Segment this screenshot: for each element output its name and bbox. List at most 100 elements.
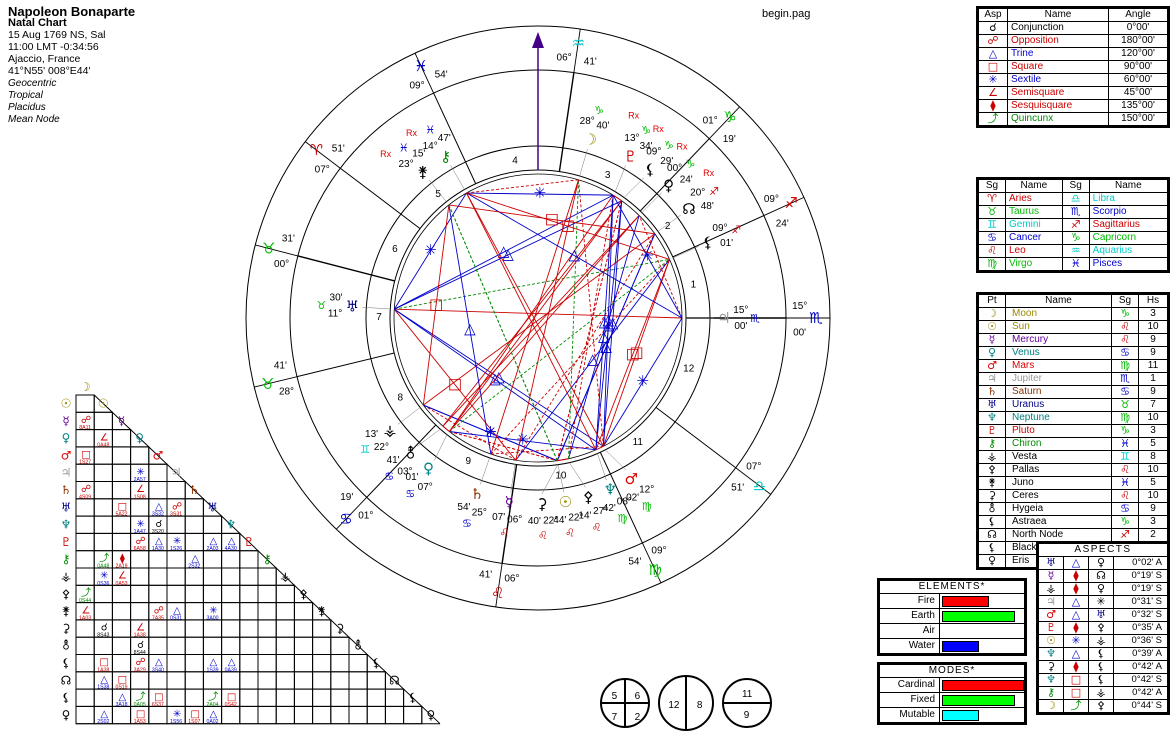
grid-cell[interactable] [130,567,150,586]
grid-cell[interactable] [293,636,314,656]
grid-cell[interactable] [184,584,204,604]
grid-cell[interactable] [93,498,113,517]
grid-cell[interactable] [166,481,186,500]
grid-cell[interactable] [184,619,204,638]
grid-cell[interactable] [293,619,314,638]
grid-cell[interactable] [202,567,223,586]
grid-cell[interactable] [166,671,186,690]
grid-cell[interactable] [93,584,113,604]
grid-cell[interactable] [202,584,223,604]
grid-cell[interactable] [239,705,259,725]
wheel-planet-glyph[interactable]: ♄ [470,485,483,503]
grid-cell[interactable] [130,498,150,517]
aspect-grid[interactable]: ☉ ☿ ♀ ♂ ♃ ♄ ♅ ♆ ♇ ⚷ ⚶ ⚴ ⚵ ⚳ ⚨ ⚸ ☊ ⚸ ♀ ☽ ☉ ☿ ♀ ♂ ♃ ♄ ♅ ♆ ♇ ⚷ ⚶ ⚴ ⚵ ⚳ ⚨ ⚸ ☊ ⚸ ♀… [52,378,452,730]
grid-cell[interactable] [312,705,332,725]
grid-cell[interactable] [257,671,277,690]
grid-cell[interactable] [275,688,295,707]
grid-cell[interactable] [184,636,204,656]
grid-cell[interactable] [384,688,405,707]
grid-cell[interactable] [239,671,259,690]
grid-cell[interactable] [75,394,95,413]
grid-cell[interactable] [257,602,277,621]
grid-cell[interactable] [239,654,259,673]
grid-cell[interactable] [257,584,277,604]
grid-cell[interactable] [239,550,259,569]
grid-cell[interactable] [166,654,186,673]
grid-cell[interactable] [330,705,350,725]
grid-cell[interactable] [111,532,132,552]
grid-cell[interactable] [148,671,168,690]
grid-cell[interactable] [202,619,223,638]
grid-cell[interactable] [184,654,204,673]
wheel-planet-glyph[interactable]: ♇ [624,148,637,166]
grid-cell[interactable] [202,671,223,690]
grid-cell[interactable] [221,602,241,621]
wheel-planet-glyph[interactable]: ⚷ [440,148,451,166]
grid-cell[interactable] [166,584,186,604]
grid-cell[interactable] [366,671,386,690]
grid-cell[interactable] [148,463,168,482]
grid-cell[interactable] [366,705,386,725]
grid-cell[interactable] [239,584,259,604]
grid-cell[interactable] [348,688,368,707]
grid-cell[interactable] [348,671,368,690]
grid-cell[interactable] [293,671,314,690]
grid-cell[interactable] [275,584,295,604]
grid-cell[interactable] [257,567,277,586]
grid-cell[interactable] [275,619,295,638]
grid-cell[interactable] [312,671,332,690]
grid-cell[interactable] [75,515,95,534]
grid-cell[interactable] [148,550,168,569]
grid-cell[interactable] [275,602,295,621]
grid-cell[interactable] [312,654,332,673]
wheel-planet-glyph[interactable]: ♆ [604,480,617,498]
grid-cell[interactable] [93,688,113,707]
grid-cell[interactable] [330,688,350,707]
grid-cell[interactable] [166,550,186,569]
grid-cell[interactable] [184,567,204,586]
grid-cell[interactable] [111,636,132,656]
grid-cell[interactable] [312,636,332,656]
grid-cell[interactable] [239,619,259,638]
grid-cell[interactable] [293,705,314,725]
grid-cell[interactable] [330,636,350,656]
grid-cell[interactable] [111,463,132,482]
grid-cell[interactable] [384,705,405,725]
grid-cell[interactable] [275,671,295,690]
grid-cell[interactable] [130,446,150,465]
grid-cell[interactable] [111,602,132,621]
grid-cell[interactable] [166,567,186,586]
grid-cell[interactable] [166,636,186,656]
grid-cell[interactable] [257,688,277,707]
grid-cell[interactable] [148,481,168,500]
grid-cell[interactable] [111,705,132,725]
grid-cell[interactable] [239,636,259,656]
grid-cell[interactable] [184,498,204,517]
grid-cell[interactable] [348,705,368,725]
grid-cell[interactable] [75,532,95,552]
grid-cell[interactable] [239,688,259,707]
grid-cell[interactable] [275,636,295,656]
wheel-planet-glyph[interactable]: ☿ [505,493,514,511]
grid-cell[interactable] [93,602,113,621]
wheel-planet-glyph[interactable]: ⚵ [417,163,428,181]
grid-cell[interactable] [202,636,223,656]
grid-cell[interactable] [93,446,113,465]
grid-cell[interactable] [93,463,113,482]
grid-cell[interactable] [93,532,113,552]
grid-cell[interactable] [221,705,241,725]
grid-cell[interactable] [330,654,350,673]
grid-cell[interactable] [257,619,277,638]
grid-cell[interactable] [257,654,277,673]
grid-cell[interactable] [221,619,241,638]
grid-cell[interactable] [75,463,95,482]
grid-cell[interactable] [75,671,95,690]
grid-cell[interactable] [93,411,113,431]
grid-cell[interactable] [148,619,168,638]
grid-cell[interactable] [75,619,95,638]
grid-cell[interactable] [184,688,204,707]
grid-cell[interactable] [184,671,204,690]
grid-cell[interactable] [293,688,314,707]
grid-cell[interactable] [184,515,204,534]
wheel-planet-glyph[interactable]: ♅ [346,298,359,316]
